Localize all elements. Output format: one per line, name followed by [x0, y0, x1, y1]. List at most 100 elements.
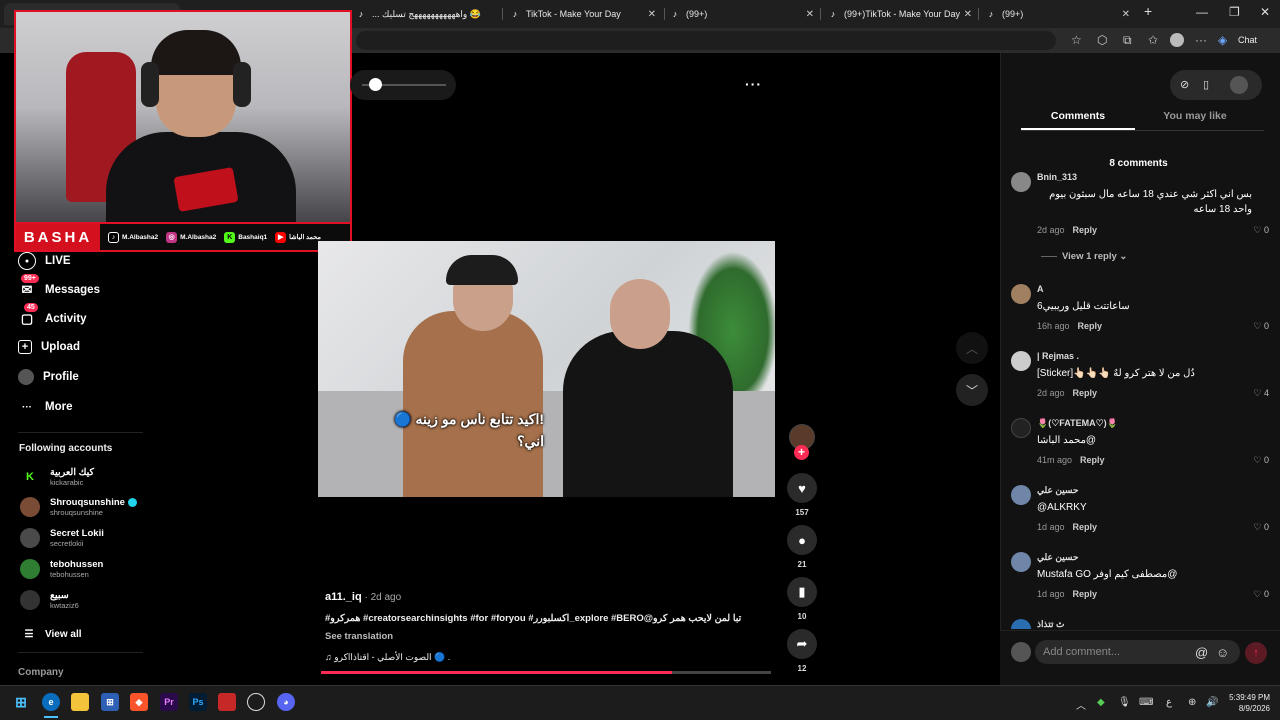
discord-icon[interactable]: ◕ — [277, 693, 295, 711]
more-options-icon[interactable]: ··· — [745, 76, 762, 92]
keyboard-icon[interactable]: ⌨ — [1139, 697, 1153, 708]
favorites-icon[interactable]: ✩ — [1148, 33, 1158, 47]
comment-like[interactable]: ♡ 0 — [1253, 225, 1269, 236]
chat-button[interactable]: Chat — [1238, 35, 1257, 45]
comment-like[interactable]: ♡ 0 — [1253, 321, 1269, 332]
following-account[interactable]: K كيك العربية kickarabic — [20, 467, 94, 487]
network-icon[interactable]: ⊕ — [1188, 697, 1196, 708]
sidebar-item-live[interactable]: ● LIVE — [18, 252, 71, 270]
mention-icon[interactable]: @ — [1195, 645, 1208, 660]
volume-icon[interactable]: 🔊 — [1206, 697, 1218, 708]
close-window-icon[interactable]: ✕ — [1260, 5, 1270, 19]
comment-username[interactable]: | Rejmas . — [1037, 351, 1079, 361]
reply-button[interactable]: Reply — [1078, 321, 1103, 331]
tray-app-icon[interactable]: ◆ — [1097, 697, 1105, 708]
close-icon[interactable]: ✕ — [648, 9, 656, 20]
see-translation-link[interactable]: See translation — [325, 631, 393, 642]
following-account[interactable]: Shrouqsunshine shrouqsunshine — [20, 497, 137, 517]
new-tab-button[interactable]: + — [1144, 3, 1152, 19]
save-button[interactable]: ▮ — [787, 577, 817, 607]
reply-button[interactable]: Reply — [1073, 225, 1098, 235]
browser-tab[interactable]: ♪ (99+) ✕ — [664, 3, 820, 25]
avatar[interactable] — [1011, 284, 1031, 304]
tab-you-may-like[interactable]: You may like — [1138, 110, 1252, 122]
video-progress-bar[interactable] — [321, 671, 771, 674]
comment-button[interactable]: ● — [787, 525, 817, 555]
like-button[interactable]: ♥ — [787, 473, 817, 503]
author-handle[interactable]: a11._iq — [325, 591, 362, 603]
obs-icon[interactable] — [247, 693, 265, 711]
premiere-icon[interactable]: Pr — [160, 693, 178, 711]
sidebar-item-upload[interactable]: + Upload — [18, 340, 80, 354]
share-button[interactable]: ➦ — [787, 629, 817, 659]
tray-chevron-icon[interactable]: ︿ — [1076, 697, 1086, 712]
comment-username[interactable]: حسين علي — [1037, 552, 1079, 563]
maximize-icon[interactable]: ❐ — [1229, 5, 1240, 19]
input-language[interactable]: ع — [1166, 697, 1172, 708]
browser-tab[interactable]: ♪ ... واهههههههههههج تسليك 😂 — [350, 3, 500, 25]
copilot-icon[interactable]: ◈ — [1218, 33, 1227, 47]
edge-icon[interactable]: e — [42, 693, 60, 711]
following-account[interactable]: سبيع kwtaziz6 — [20, 590, 79, 610]
split-screen-icon[interactable]: ⧉ — [1123, 33, 1132, 48]
sidebar-item-more[interactable]: ··· More — [18, 398, 72, 416]
send-button[interactable]: ↑ — [1245, 642, 1267, 664]
brave-icon[interactable]: ◆ — [130, 693, 148, 711]
comment-input-placeholder[interactable]: Add comment... — [1043, 646, 1120, 658]
sidebar-item-activity[interactable]: ▢ 45 Activity — [18, 303, 87, 328]
comment-username[interactable]: ث تتذاذ — [1037, 619, 1064, 629]
close-icon[interactable]: ✕ — [1122, 9, 1130, 20]
settings-icon[interactable]: ⊘ — [1180, 78, 1189, 91]
sidebar-item-messages[interactable]: ✉ 99+ Messages — [18, 274, 100, 299]
browser-tab[interactable]: ♪ (99+) ✕ — [980, 3, 1136, 25]
file-explorer-icon[interactable] — [71, 693, 89, 711]
photoshop-icon[interactable]: Ps — [189, 693, 207, 711]
address-field[interactable] — [356, 31, 1056, 50]
emoji-icon[interactable]: ☺ — [1216, 645, 1229, 660]
reply-button[interactable]: Reply — [1080, 455, 1105, 465]
user-avatar[interactable] — [1230, 76, 1248, 94]
profile-avatar[interactable] — [1170, 33, 1184, 47]
comment-username[interactable]: A — [1037, 284, 1044, 294]
following-account[interactable]: Secret Lokii secretlokii — [20, 528, 104, 548]
reply-button[interactable]: Reply — [1073, 589, 1098, 599]
browser-tab[interactable]: ♪ (99+)TikTok - Make Your Day ✕ — [822, 3, 978, 25]
system-clock[interactable]: 5:39:49 PM 8/9/2026 — [1224, 692, 1270, 714]
avatar[interactable] — [1011, 485, 1031, 505]
volume-knob[interactable] — [369, 78, 382, 91]
comment-like[interactable]: ♡ 0 — [1253, 589, 1269, 600]
windows-start-icon[interactable]: ⊞ — [12, 693, 30, 711]
star-icon[interactable]: ☆ — [1071, 33, 1082, 47]
view-all-link[interactable]: ☰ View all — [22, 625, 82, 643]
video-author[interactable]: a11._iq · 2d ago — [325, 591, 401, 603]
browser-tab[interactable]: ♪ TikTok - Make Your Day ✕ — [504, 3, 662, 25]
following-account[interactable]: tebohussen tebohussen — [20, 559, 103, 579]
comment-like[interactable]: ♡ 0 — [1253, 455, 1269, 466]
reply-button[interactable]: Reply — [1073, 388, 1098, 398]
comment-username[interactable]: 🌷(♡FATEMA♡)🌷 — [1037, 418, 1118, 429]
avatar[interactable] — [1011, 619, 1031, 629]
comment-username[interactable]: Bnin_313 — [1037, 172, 1077, 182]
store-icon[interactable]: ⊞ — [101, 693, 119, 711]
sidebar-item-profile[interactable]: Profile — [18, 369, 79, 385]
follow-button[interactable]: + — [794, 445, 809, 460]
comment-like[interactable]: ♡ 4 — [1253, 388, 1269, 399]
microphone-icon[interactable]: 🎙 — [1118, 697, 1131, 708]
avatar[interactable] — [1011, 351, 1031, 371]
minimize-icon[interactable]: — — [1196, 5, 1208, 19]
device-icon[interactable]: ▯ — [1203, 78, 1209, 91]
close-icon[interactable]: ✕ — [964, 9, 972, 20]
more-menu-icon[interactable]: ··· — [1195, 33, 1207, 47]
music-info[interactable]: ♫ الصوت الأصلي - اقتاذااكرو 🔵 . — [325, 652, 450, 663]
tab-comments[interactable]: Comments — [1021, 110, 1135, 122]
previous-video-button[interactable]: ︿ — [956, 332, 988, 364]
extensions-icon[interactable]: ⬡ — [1097, 33, 1107, 47]
video-player[interactable]: !اكيد تتابع ناس مو زينه 🔵 اني؟ — [318, 241, 775, 497]
app-icon[interactable] — [218, 693, 236, 711]
comment-like[interactable]: ♡ 0 — [1253, 522, 1269, 533]
view-replies-button[interactable]: View 1 reply ⌄ — [1041, 251, 1127, 262]
avatar[interactable] — [1011, 552, 1031, 572]
next-video-button[interactable]: ﹀ — [956, 374, 988, 406]
close-icon[interactable]: ✕ — [806, 9, 814, 20]
avatar[interactable] — [1011, 418, 1031, 438]
